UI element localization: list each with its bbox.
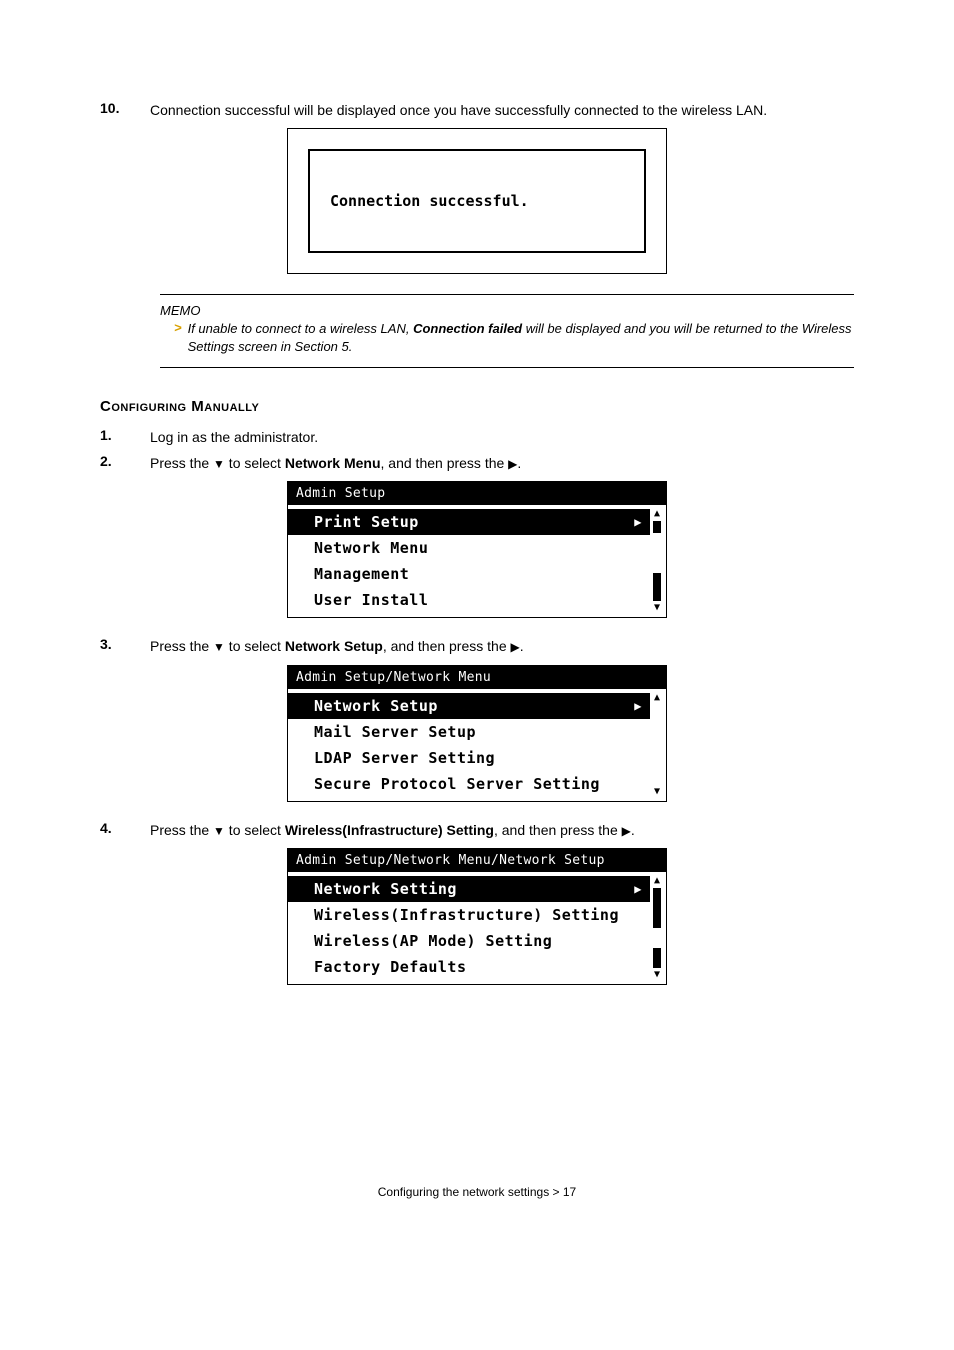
section-heading: Configuring Manually: [100, 398, 854, 415]
step-text: Press the ▼ to select Wireless(Infrastru…: [150, 820, 854, 840]
scroll-track: [650, 888, 664, 968]
step-1: 1. Log in as the administrator.: [100, 427, 854, 447]
step-text: Press the ▼ to select Network Setup, and…: [150, 636, 854, 656]
scroll-thumb[interactable]: [653, 521, 661, 533]
scrollbar[interactable]: ▲ ▼: [650, 505, 666, 617]
step-10: 10. Connection successful will be displa…: [100, 100, 854, 120]
menu-screen-network-setup: Admin Setup/Network Menu/Network Setup N…: [287, 848, 667, 985]
lcd-screen-connection: Connection successful.: [287, 128, 667, 274]
scroll-thumb[interactable]: [653, 948, 661, 968]
step-number: 2.: [100, 453, 150, 473]
step-number: 1.: [100, 427, 150, 447]
menu-item-user-install[interactable]: User Install: [288, 587, 650, 613]
menu-item-label: Network Setting: [314, 880, 457, 898]
down-arrow-icon: ▼: [213, 640, 225, 654]
step-4: 4. Press the ▼ to select Wireless(Infras…: [100, 820, 854, 840]
text-fragment: to select: [225, 455, 285, 471]
text-fragment: , and then press the: [494, 822, 622, 838]
menu-title: Admin Setup/Network Menu/Network Setup: [288, 849, 666, 872]
text-fragment: .: [517, 455, 521, 471]
memo-bullet-icon: >: [174, 320, 182, 356]
memo-text-pre: If unable to connect to a wireless LAN,: [188, 321, 413, 336]
menu-title: Admin Setup/Network Menu: [288, 666, 666, 689]
scrollbar[interactable]: ▲ ▼: [650, 689, 666, 801]
menu-item-label: Print Setup: [314, 513, 419, 531]
lcd-message: Connection successful.: [308, 149, 646, 253]
text-bold: Network Menu: [285, 455, 381, 471]
text-fragment: .: [520, 638, 524, 654]
right-arrow-icon: ▶: [622, 824, 631, 838]
menu-screen-admin-setup: Admin Setup Print Setup ▶ Network Menu M…: [287, 481, 667, 618]
menu-item-print-setup[interactable]: Print Setup ▶: [288, 509, 650, 535]
page-footer: Configuring the network settings > 17: [100, 1185, 854, 1199]
menu-item-factory-defaults[interactable]: Factory Defaults: [288, 954, 650, 980]
scrollbar[interactable]: ▲ ▼: [650, 872, 666, 984]
menu-item-management[interactable]: Management: [288, 561, 650, 587]
menu-item-mail-server-setup[interactable]: Mail Server Setup: [288, 719, 650, 745]
text-fragment: Press the: [150, 822, 213, 838]
text-bold: Wireless(Infrastructure) Setting: [285, 822, 494, 838]
text-fragment: to select: [225, 638, 285, 654]
scroll-down-icon[interactable]: ▼: [650, 603, 664, 613]
scroll-up-icon[interactable]: ▲: [650, 876, 664, 886]
right-arrow-icon: ▶: [511, 640, 520, 654]
menu-item-network-setup[interactable]: Network Setup ▶: [288, 693, 650, 719]
step-2: 2. Press the ▼ to select Network Menu, a…: [100, 453, 854, 473]
scroll-up-icon[interactable]: ▲: [650, 693, 664, 703]
step-text: Connection successful will be displayed …: [150, 100, 854, 120]
step-3: 3. Press the ▼ to select Network Setup, …: [100, 636, 854, 656]
scroll-thumb[interactable]: [653, 888, 661, 928]
scroll-up-icon[interactable]: ▲: [650, 509, 664, 519]
memo-title: MEMO: [160, 303, 854, 318]
scroll-track: [650, 521, 664, 601]
menu-title: Admin Setup: [288, 482, 666, 505]
down-arrow-icon: ▼: [213, 457, 225, 471]
step-text: Log in as the administrator.: [150, 427, 854, 447]
step-number: 10.: [100, 100, 150, 120]
menu-item-wireless-ap[interactable]: Wireless(AP Mode) Setting: [288, 928, 650, 954]
memo-text-bold: Connection failed: [413, 321, 522, 336]
memo-block: MEMO > If unable to connect to a wireles…: [160, 294, 854, 367]
right-arrow-icon: ▶: [634, 699, 642, 713]
right-arrow-icon: ▶: [634, 882, 642, 896]
step-number: 3.: [100, 636, 150, 656]
text-fragment: , and then press the: [381, 455, 509, 471]
text-fragment: .: [631, 822, 635, 838]
scroll-down-icon[interactable]: ▼: [650, 970, 664, 980]
text-fragment: , and then press the: [383, 638, 511, 654]
text-fragment: Press the: [150, 638, 213, 654]
menu-item-secure-protocol[interactable]: Secure Protocol Server Setting: [288, 771, 650, 797]
down-arrow-icon: ▼: [213, 824, 225, 838]
text-bold: Network Setup: [285, 638, 383, 654]
menu-item-label: Network Setup: [314, 697, 438, 715]
menu-item-network-setting[interactable]: Network Setting ▶: [288, 876, 650, 902]
menu-screen-network-menu: Admin Setup/Network Menu Network Setup ▶…: [287, 665, 667, 802]
scroll-down-icon[interactable]: ▼: [650, 787, 664, 797]
scroll-track: [650, 705, 664, 785]
menu-item-ldap-server-setting[interactable]: LDAP Server Setting: [288, 745, 650, 771]
scroll-thumb[interactable]: [653, 573, 661, 601]
right-arrow-icon: ▶: [634, 515, 642, 529]
text-fragment: Press the: [150, 455, 213, 471]
step-text: Press the ▼ to select Network Menu, and …: [150, 453, 854, 473]
memo-text: If unable to connect to a wireless LAN, …: [188, 320, 854, 356]
text-fragment: to select: [225, 822, 285, 838]
step-number: 4.: [100, 820, 150, 840]
menu-item-network-menu[interactable]: Network Menu: [288, 535, 650, 561]
menu-item-wireless-infra[interactable]: Wireless(Infrastructure) Setting: [288, 902, 650, 928]
